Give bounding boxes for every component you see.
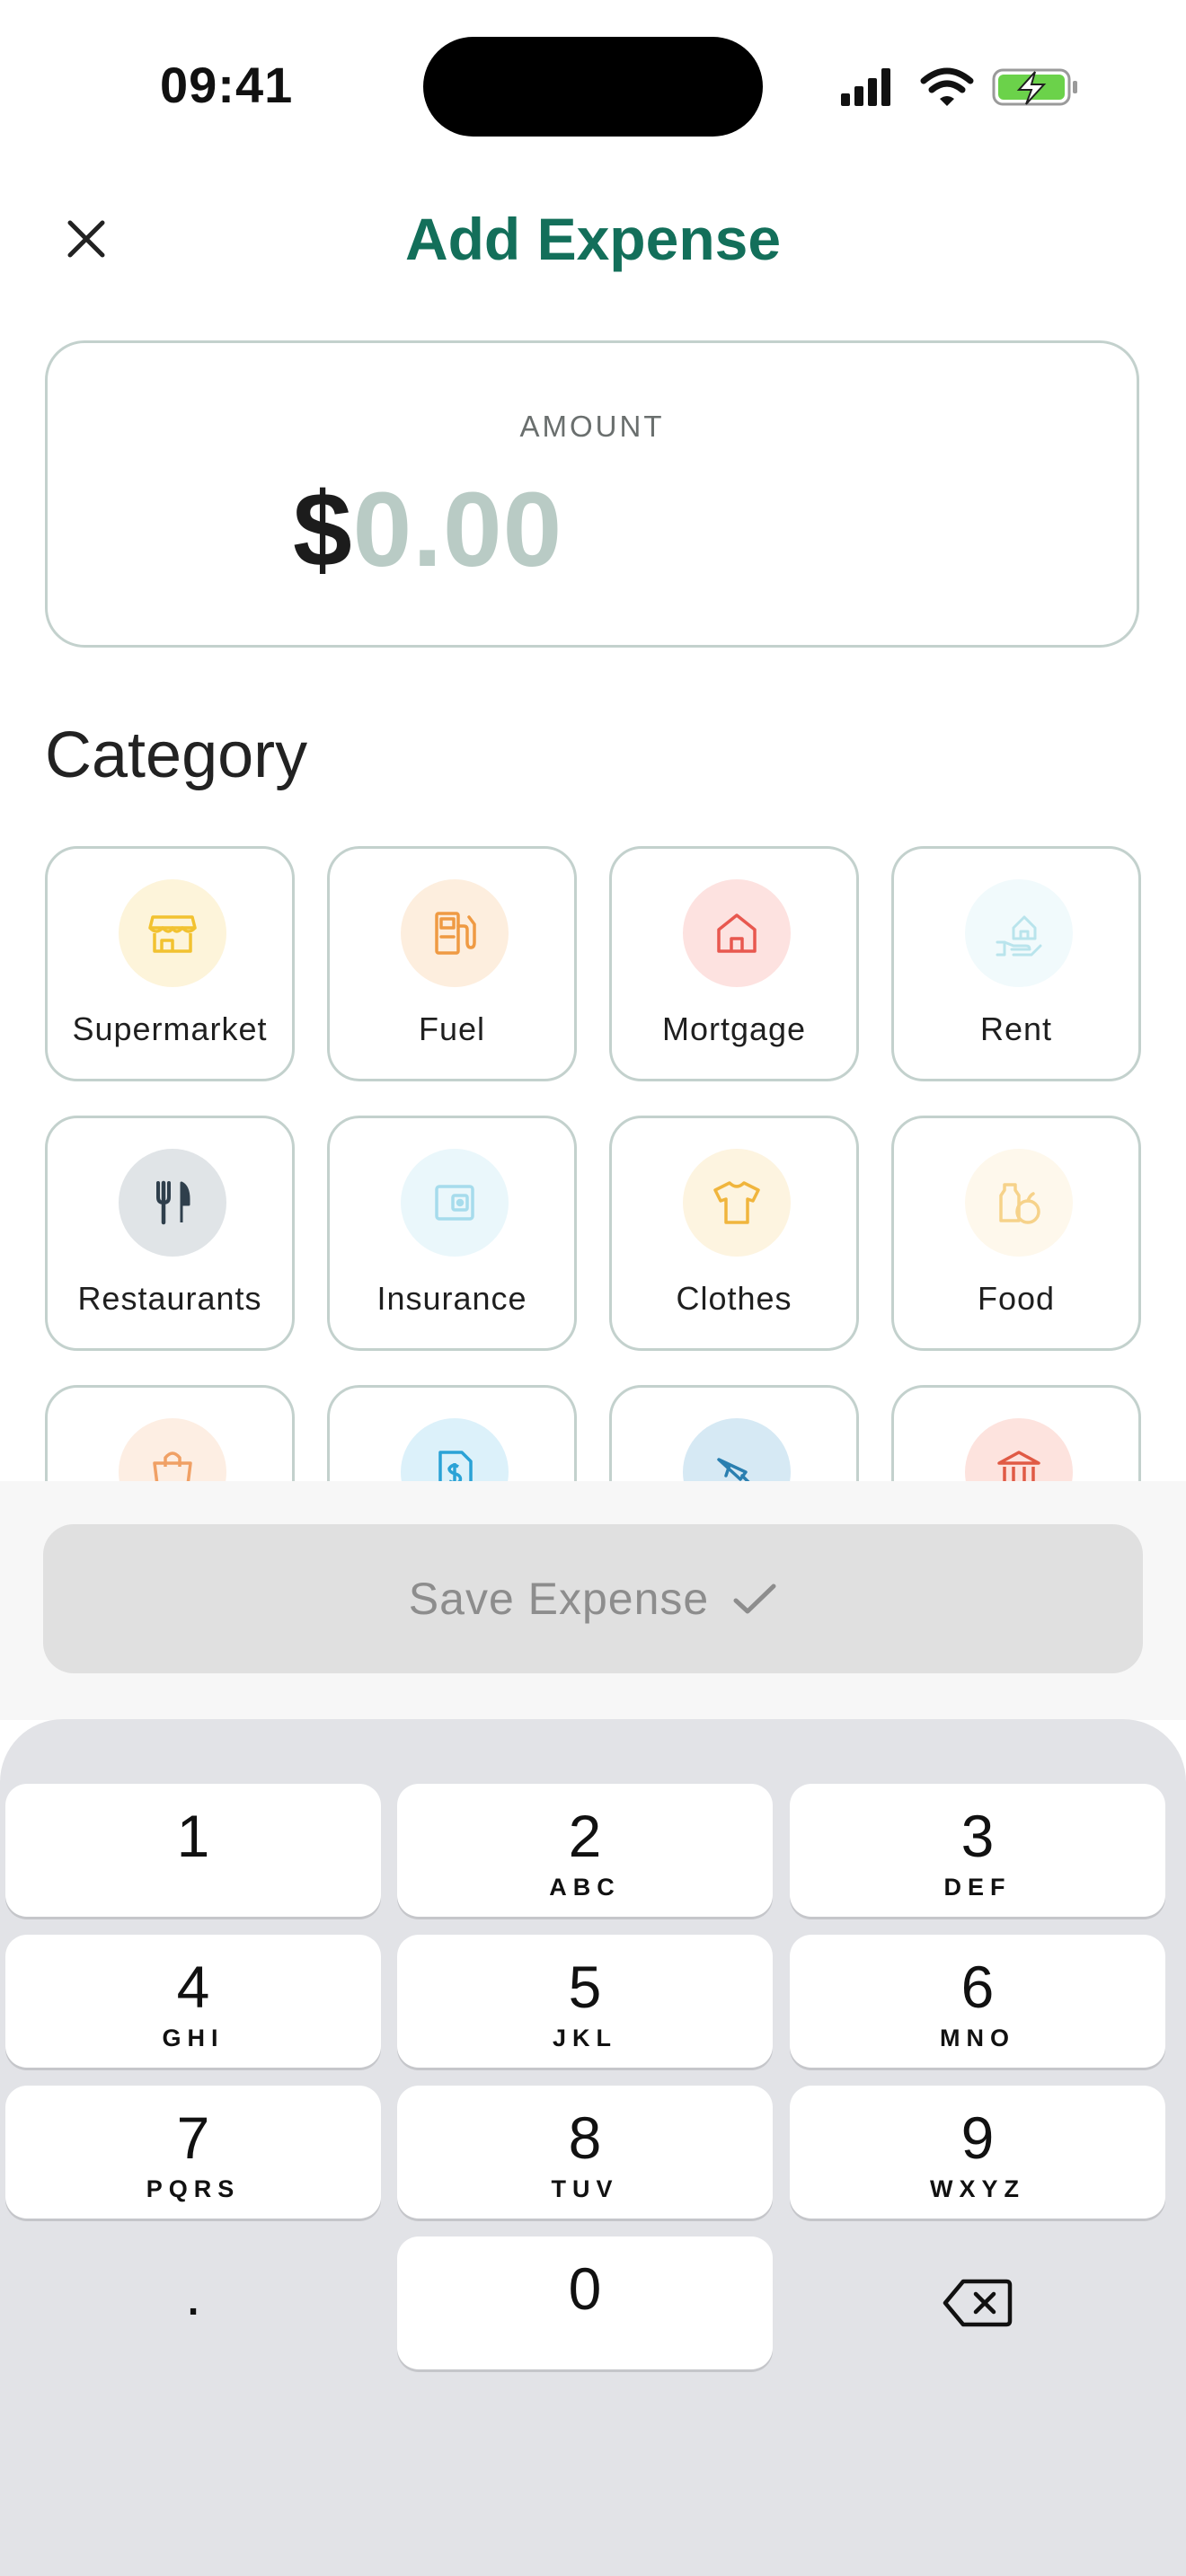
key-decimal[interactable]: . [5,2236,381,2369]
category-label: Clothes [676,1280,792,1317]
category-tile-supermarket[interactable]: Supermarket [45,846,295,1081]
category-tile-fuel[interactable]: Fuel [327,846,577,1081]
bill-icon [438,1451,473,1481]
key-2[interactable]: 2 ABC [397,1784,773,1917]
bank-icon [997,1451,1040,1481]
category-title: Category [45,719,308,791]
key-backspace[interactable] [790,2236,1165,2369]
category-tile-shopping[interactable] [45,1385,295,1481]
category-tile-rent[interactable]: Rent [891,846,1141,1081]
key-8[interactable]: 8 TUV [397,2086,773,2219]
category-label: Food [977,1280,1056,1317]
amount-currency: $ [293,471,353,589]
amount-label: AMOUNT [519,410,665,443]
tshirt-icon [713,1181,760,1224]
key-1[interactable]: 1 [5,1784,381,1917]
amount-input[interactable]: $0.00 [293,469,562,591]
signal-icon [841,68,890,106]
save-bar: Save Expense [0,1481,1186,1720]
save-expense-label: Save Expense [408,1574,710,1624]
decimal-label: . [184,2261,202,2327]
key-7[interactable]: 7 PQRS [5,2086,381,2219]
numeric-keypad: 1 2 ABC 3 DEF 4 GHI 5 JKL 6 MNO 7 PQRS 8 [0,1719,1186,2576]
category-tile-restaurants[interactable]: Restaurants [45,1116,295,1351]
category-tile-bank[interactable] [891,1385,1141,1481]
category-tile-insurance[interactable]: Insurance [327,1116,577,1351]
key-6[interactable]: 6 MNO [790,1935,1165,2068]
category-label: Supermarket [72,1010,268,1047]
status-icons [841,67,1077,106]
save-expense-button[interactable]: Save Expense [43,1524,1143,1673]
wallet-icon [435,1185,474,1221]
grocery-icon [999,1183,1040,1224]
category-label: Fuel [418,1010,486,1047]
store-icon [148,915,197,953]
category-tile-food[interactable]: Food [891,1116,1141,1351]
key-3[interactable]: 3 DEF [790,1784,1165,1917]
add-expense-screen: 09:41 Add Expense AMOUNT $0.00 Category … [0,0,1186,2576]
backspace-icon [943,2279,1013,2327]
battery-charging-icon [992,68,1077,106]
shopping-bag-icon [153,1451,192,1481]
fuel-pump-icon [435,912,476,955]
key-5[interactable]: 5 JKL [397,1935,773,2068]
home-icon [717,913,757,953]
category-label: Mortgage [661,1010,807,1047]
dynamic-island [423,37,763,137]
category-tile-mortgage[interactable]: Mortgage [609,846,859,1081]
category-tile-clothes[interactable]: Clothes [609,1116,859,1351]
amount-placeholder: 0.00 [352,471,563,589]
key-0[interactable]: 0 [397,2236,773,2369]
page-title: Add Expense [404,206,782,272]
category-grid: Supermarket Fuel Mortgage Rent Restauran… [45,846,1141,1481]
checkmark-icon [733,1584,776,1614]
wifi-icon [920,67,974,106]
status-time: 09:41 [160,57,294,113]
category-label: Restaurants [77,1280,262,1317]
amount-card[interactable]: AMOUNT $0.00 [45,340,1139,648]
fork-knife-icon [156,1180,190,1225]
category-tile-bills[interactable] [327,1385,577,1481]
key-4[interactable]: 4 GHI [5,1935,381,2068]
category-label: Insurance [376,1280,527,1317]
hand-house-icon [996,915,1042,957]
key-9[interactable]: 9 WXYZ [790,2086,1165,2219]
category-tile-tools[interactable] [609,1385,859,1481]
tool-icon [717,1458,750,1481]
category-label: Rent [979,1010,1053,1047]
